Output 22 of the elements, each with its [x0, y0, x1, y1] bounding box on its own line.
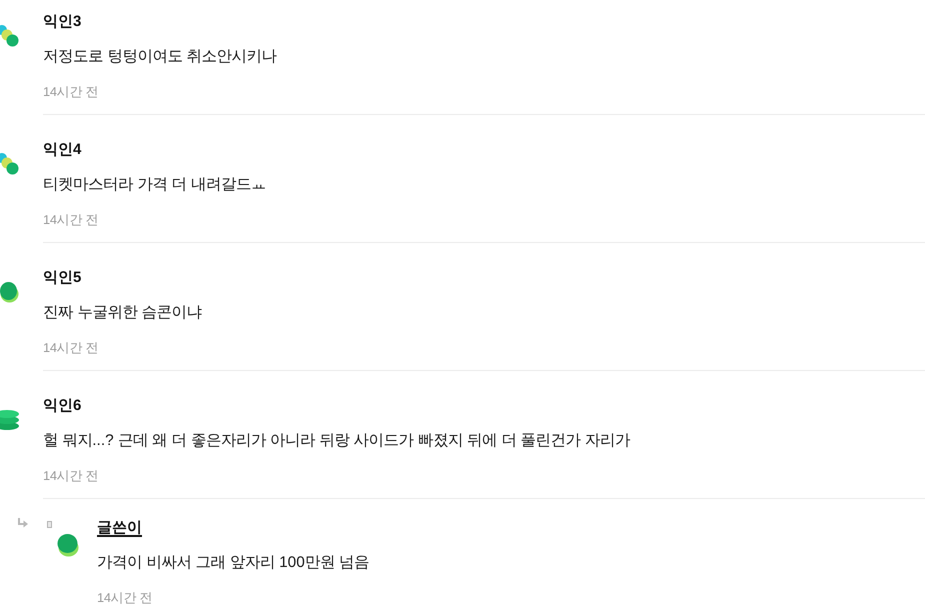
- avatar-icon: [0, 25, 20, 47]
- author-name: 익인4: [43, 140, 82, 160]
- comment-text: 가격이 비싸서 그래 앞자리 100만원 넘음: [97, 553, 370, 573]
- author-name: 익인6: [43, 396, 82, 416]
- timestamp: 14시간 전: [43, 83, 98, 101]
- square-icon: [47, 521, 52, 528]
- comment-text: 진짜 누굴위한 슴콘이냐: [43, 303, 202, 323]
- comment-text: 저정도로 텅텅이여도 취소안시키나: [43, 47, 277, 67]
- timestamp: 14시간 전: [43, 339, 98, 357]
- timestamp: 14시간 전: [43, 211, 98, 229]
- avatar-icon: [0, 281, 20, 303]
- comment-text: 헐 뭐지...? 근데 왜 더 좋은자리가 아니라 뒤랑 사이드가 빠졌지 뒤에 더 풀린건가 자리가: [43, 431, 630, 451]
- reply-arrow-icon: [17, 518, 28, 528]
- author-name: 익인5: [43, 268, 82, 288]
- author-name: 익인3: [43, 12, 82, 32]
- comment-text: 티켓마스터라 가격 더 내려갈드ㅛ: [43, 175, 266, 195]
- avatar-icon: [0, 409, 20, 431]
- avatar-icon: [0, 153, 20, 175]
- avatar-icon: [57, 533, 79, 557]
- timestamp: 14시간 전: [43, 467, 98, 485]
- timestamp: 14시간 전: [97, 589, 152, 607]
- author-name: 글쓴이: [97, 518, 142, 538]
